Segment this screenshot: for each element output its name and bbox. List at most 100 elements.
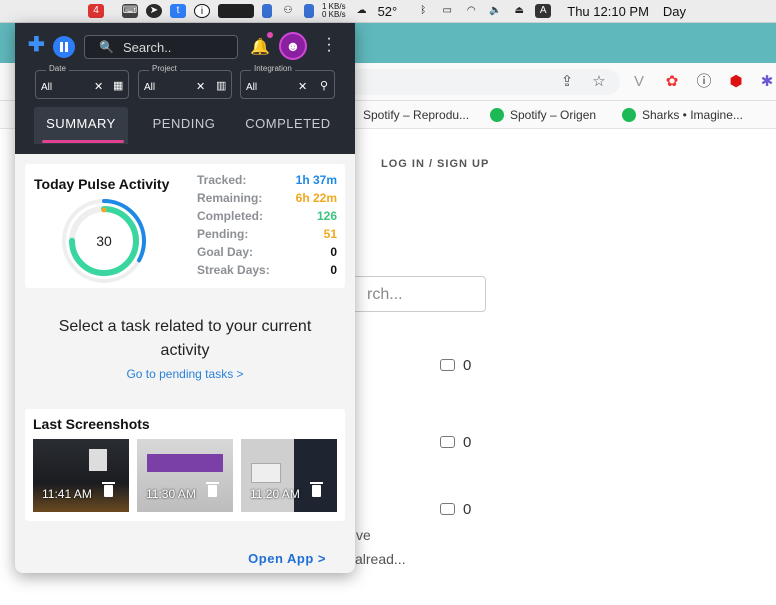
stat-value: 0 xyxy=(330,245,337,259)
tracker-popup: ✚ 🔍 Search.. 🔔 ☻ · · · Date All ✕ ▦ Projec… xyxy=(15,23,355,573)
volume-icon[interactable]: 🔈 xyxy=(487,4,503,18)
bookmark-sharks[interactable]: Sharks • Imagine... xyxy=(622,108,743,122)
comment-icon xyxy=(440,436,455,448)
search-input[interactable]: 🔍 Search.. xyxy=(84,35,238,59)
share-icon[interactable]: ⇪ xyxy=(558,73,576,91)
comment-count-value: 0 xyxy=(463,501,472,518)
comment-count[interactable]: 0 xyxy=(440,434,471,451)
input-source-icon[interactable]: A xyxy=(535,4,552,18)
screenshot-time: 11:30 AM xyxy=(146,487,196,501)
background-snippet: alread... xyxy=(355,551,406,567)
comment-count[interactable]: 0 xyxy=(440,501,471,518)
clear-icon[interactable]: ✕ xyxy=(298,80,307,93)
login-signup-link[interactable]: LOG IN / SIGN UP xyxy=(381,158,489,170)
settings-ext-icon[interactable]: ✱ xyxy=(758,73,776,91)
tab-summary[interactable]: SUMMARY xyxy=(34,107,128,144)
bookmark-spotify-reproduce[interactable]: Spotify – Reprodu... xyxy=(363,108,469,122)
filter-value: All xyxy=(144,82,156,93)
plug-icon[interactable]: ⚲ xyxy=(320,79,328,92)
stat-completed: Completed: 126 xyxy=(197,209,337,227)
more-menu-icon[interactable]: · · · xyxy=(325,31,333,59)
filter-label: Date xyxy=(46,64,69,73)
adblock-ext-icon[interactable]: ⬢ xyxy=(727,73,745,91)
search-placeholder: Search.. xyxy=(123,40,172,55)
pause-button[interactable] xyxy=(53,36,75,58)
address-bar[interactable] xyxy=(340,69,620,95)
comment-count[interactable]: 0 xyxy=(440,357,471,374)
go-pending-link[interactable]: Go to pending tasks > xyxy=(15,367,355,381)
delete-screenshot-icon[interactable] xyxy=(206,482,219,497)
chart-icon[interactable]: ▥ xyxy=(216,79,226,92)
screenshot-thumb[interactable]: 11:30 AM xyxy=(137,439,233,512)
telegram-icon[interactable]: ➤ xyxy=(146,4,162,18)
screenshot-thumb[interactable]: 11:41 AM xyxy=(33,439,129,512)
tracker-icon[interactable]: t xyxy=(170,4,186,18)
keyboard-icon[interactable]: ⌨ xyxy=(122,4,138,18)
wifi-icon[interactable]: ◠ xyxy=(463,4,479,18)
pulse-activity-card: Today Pulse Activity 30 Tracked: 1h 37m R… xyxy=(25,164,345,288)
filter-integration[interactable]: Integration All ✕ ⚲ xyxy=(240,64,335,99)
filter-value: All xyxy=(41,82,53,93)
stat-value: 1h 37m xyxy=(295,173,337,187)
thumb-window xyxy=(147,454,223,472)
bookmark-spotify-origen[interactable]: Spotify – Origen xyxy=(490,108,596,122)
bookmark-star-icon[interactable]: ☆ xyxy=(590,73,608,91)
menubar-extra[interactable]: Day xyxy=(663,4,686,19)
eject-icon[interactable]: ⏏ xyxy=(511,4,527,18)
delete-screenshot-icon[interactable] xyxy=(102,482,115,497)
info-ext-icon[interactable]: ⓘ xyxy=(695,73,713,91)
stat-label: Remaining: xyxy=(197,191,263,205)
app-badge-icon[interactable]: 4 xyxy=(88,4,104,18)
vivaldi-ext-icon[interactable]: V xyxy=(630,73,648,91)
last-screenshots-card: Last Screenshots 11:41 AM 11:30 AM 11:20… xyxy=(25,409,345,521)
info-icon[interactable]: i xyxy=(194,4,210,18)
stat-label: Completed: xyxy=(197,209,263,223)
avatar[interactable]: ☻ xyxy=(279,32,307,60)
airplay-icon[interactable]: ▭ xyxy=(439,4,455,18)
pulse-title: Today Pulse Activity xyxy=(34,176,170,192)
stat-pending: Pending: 51 xyxy=(197,227,337,245)
open-app-link[interactable]: Open App > xyxy=(248,551,326,566)
stat-value: 6h 22m xyxy=(295,191,337,205)
tab-completed[interactable]: COMPLETED xyxy=(238,107,338,144)
memory-monitor-icon[interactable] xyxy=(262,4,272,18)
stat-label: Streak Days: xyxy=(197,263,270,277)
background-snippet: ve xyxy=(356,527,371,543)
tab-pending[interactable]: PENDING xyxy=(141,107,227,144)
clear-icon[interactable]: ✕ xyxy=(196,80,205,93)
color-picker-ext-icon[interactable]: ✿ xyxy=(663,73,681,91)
filter-label: Integration xyxy=(251,64,295,73)
clock[interactable]: Thu 12:10 PM xyxy=(567,4,649,19)
battery-monitor-icon[interactable] xyxy=(304,4,314,18)
stat-label: Goal Day: xyxy=(197,245,254,259)
app-logo-icon[interactable]: ✚ xyxy=(28,35,45,55)
screenshot-thumb[interactable]: 11:20 AM xyxy=(241,439,337,512)
clear-icon[interactable]: ✕ xyxy=(94,80,103,93)
stat-tracked: Tracked: 1h 37m xyxy=(197,173,337,191)
comment-count-value: 0 xyxy=(463,357,472,374)
stat-value: 51 xyxy=(323,227,337,241)
network-speed: 1 KB/s 0 KB/s xyxy=(322,3,346,19)
comment-icon xyxy=(440,503,455,515)
macos-menubar: 4 ⌨ ➤ t i ⚇ 1 KB/s 0 KB/s ☁ 52° ᛒ ▭ ◠ 🔈 … xyxy=(0,0,776,23)
bell-icon[interactable]: 🔔 xyxy=(250,37,270,57)
stat-label: Pending: xyxy=(197,227,249,241)
popup-header: ✚ 🔍 Search.. 🔔 ☻ · · · Date All ✕ ▦ Projec… xyxy=(15,23,355,154)
search-icon: 🔍 xyxy=(99,40,114,54)
cpu-monitor-icon[interactable] xyxy=(218,4,254,18)
calendar-icon[interactable]: ▦ xyxy=(113,79,123,92)
filter-project[interactable]: Project All ✕ ▥ xyxy=(138,64,232,99)
filter-date[interactable]: Date All ✕ ▦ xyxy=(35,64,129,99)
filter-label: Project xyxy=(149,64,180,73)
delete-screenshot-icon[interactable] xyxy=(310,482,323,497)
stat-streak-days: Streak Days: 0 xyxy=(197,263,337,281)
bluetooth-icon[interactable]: ᛒ xyxy=(415,4,431,18)
network-down: 0 KB/s xyxy=(322,10,346,19)
screenshots-title: Last Screenshots xyxy=(33,416,150,432)
thumb-window xyxy=(89,449,107,471)
stat-value: 0 xyxy=(330,263,337,277)
binoculars-icon[interactable]: ⚇ xyxy=(280,4,296,18)
spotify-icon xyxy=(490,108,504,122)
temperature[interactable]: 52° xyxy=(378,4,398,19)
weather-icon[interactable]: ☁ xyxy=(354,4,370,18)
